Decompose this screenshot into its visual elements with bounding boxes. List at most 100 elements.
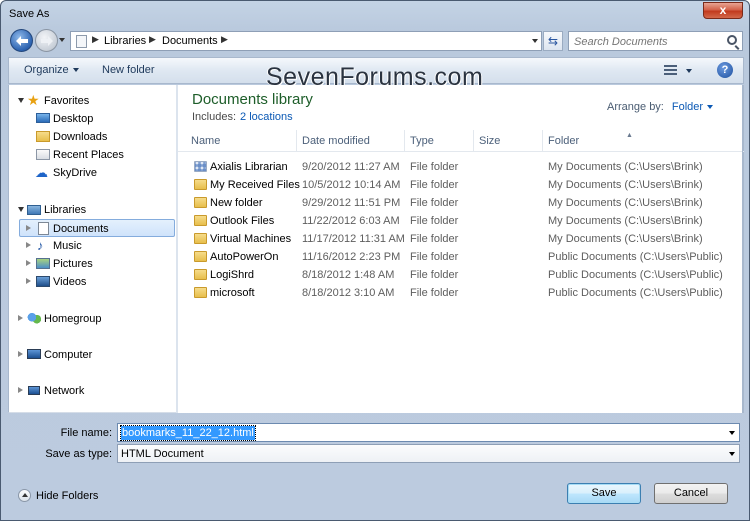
file-type: File folder	[410, 215, 459, 227]
libraries-icon	[27, 205, 41, 215]
chevron-down-icon[interactable]	[729, 431, 735, 435]
forward-button[interactable]	[35, 29, 58, 52]
search-box[interactable]	[568, 31, 743, 51]
chevron-right-icon[interactable]: ▶	[221, 34, 228, 45]
breadcrumb-libraries[interactable]: Libraries	[104, 35, 146, 47]
expand-arrow-icon[interactable]	[26, 260, 31, 266]
nav-music[interactable]: ♪ Music	[11, 237, 171, 255]
expand-arrow-icon[interactable]	[26, 278, 31, 284]
column-size[interactable]: Size	[474, 130, 543, 152]
arrange-by-dropdown[interactable]: Folder	[672, 101, 714, 113]
organize-label: Organize	[24, 64, 69, 76]
downloads-folder-icon	[36, 131, 50, 142]
file-row[interactable]: LogiShrd 8/18/2012 1:48 AM File folder Publ…	[183, 266, 728, 284]
nav-videos[interactable]: Videos	[11, 273, 171, 291]
filename-value[interactable]: bookmarks_11_22_12.html	[120, 425, 256, 441]
file-date: 11/17/2012 11:31 AM	[302, 233, 405, 245]
recent-pages-dropdown[interactable]	[59, 38, 65, 42]
filename-field[interactable]: bookmarks_11_22_12.html	[117, 423, 740, 442]
nav-pictures[interactable]: Pictures	[11, 255, 171, 273]
chevron-down-icon	[72, 68, 79, 73]
folder-icon	[194, 215, 207, 226]
organize-menu[interactable]: Organize	[24, 64, 79, 76]
expand-arrow-icon[interactable]	[18, 387, 23, 393]
file-date: 8/18/2012 3:10 AM	[302, 287, 395, 299]
expand-arrow-icon[interactable]	[18, 207, 24, 212]
expand-arrow-icon[interactable]	[26, 242, 31, 248]
back-button[interactable]	[10, 29, 33, 52]
hide-folders-label: Hide Folders	[36, 490, 99, 502]
cancel-button[interactable]: Cancel	[654, 483, 728, 504]
nav-favorites[interactable]: ★ Favorites	[11, 92, 171, 110]
file-row[interactable]: microsoft 8/18/2012 3:10 AM File folder Pub…	[183, 284, 728, 302]
nav-computer[interactable]: Computer	[11, 346, 171, 364]
file-row[interactable]: Axialis Librarian 9/20/2012 11:27 AM File …	[183, 158, 728, 176]
file-row[interactable]: AutoPowerOn 11/16/2012 2:23 PM File folder…	[183, 248, 728, 266]
file-row[interactable]: My Received Files 10/5/2012 10:14 AM File …	[183, 176, 728, 194]
column-name[interactable]: Name	[186, 130, 297, 152]
file-name: Virtual Machines	[210, 233, 292, 245]
column-date-modified[interactable]: Date modified	[297, 130, 405, 152]
locations-link[interactable]: 2 locations	[240, 111, 293, 123]
search-icon[interactable]	[727, 35, 737, 45]
file-row[interactable]: Virtual Machines 11/17/2012 11:31 AM File …	[183, 230, 728, 248]
videos-icon	[36, 276, 50, 287]
file-row[interactable]: Outlook Files 11/22/2012 6:03 AM File fold…	[183, 212, 728, 230]
address-bar[interactable]: ▶ Libraries ▶ Documents ▶	[70, 31, 542, 51]
file-name: LogiShrd	[210, 269, 255, 281]
file-type: File folder	[410, 197, 459, 209]
file-name: New folder	[210, 197, 263, 209]
chevron-right-icon[interactable]: ▶	[149, 34, 156, 45]
expand-arrow-icon[interactable]	[18, 315, 23, 321]
nav-downloads[interactable]: Downloads	[11, 128, 171, 146]
nav-recent-places[interactable]: Recent Places	[11, 146, 171, 164]
nav-label: Documents	[53, 223, 109, 235]
close-button[interactable]: x	[703, 2, 743, 19]
column-type[interactable]: Type	[405, 130, 474, 152]
includes-label: Includes:	[192, 111, 237, 123]
chevron-right-icon[interactable]: ▶	[92, 34, 99, 45]
file-name: microsoft	[210, 287, 255, 299]
search-input[interactable]	[574, 33, 724, 50]
file-list-pane: Documents library Includes: 2 locations A…	[178, 85, 744, 413]
expand-arrow-icon[interactable]	[18, 98, 24, 103]
star-icon: ★	[27, 92, 40, 108]
breadcrumb-documents[interactable]: Documents	[162, 35, 218, 47]
file-type: File folder	[410, 287, 459, 299]
nav-desktop[interactable]: Desktop	[11, 110, 171, 128]
expand-arrow-icon[interactable]	[26, 225, 31, 231]
help-icon[interactable]: ?	[717, 62, 733, 78]
file-name: Axialis Librarian	[210, 161, 288, 173]
arrange-by: Arrange by: Folder	[607, 101, 714, 113]
save-type-select[interactable]: HTML Document	[117, 444, 740, 463]
new-folder-button[interactable]: New folder	[102, 64, 155, 76]
nav-documents[interactable]: Documents	[19, 219, 175, 237]
network-icon	[28, 386, 40, 395]
nav-label: SkyDrive	[53, 167, 98, 179]
nav-homegroup[interactable]: Homegroup	[11, 310, 171, 328]
documents-icon	[38, 222, 49, 235]
refresh-button[interactable]: ⇆	[543, 31, 563, 51]
file-date: 9/29/2012 11:51 PM	[302, 197, 401, 209]
nav-libraries[interactable]: Libraries	[11, 201, 171, 219]
address-dropdown-icon[interactable]	[532, 39, 538, 43]
file-type: File folder	[410, 251, 459, 263]
column-folder[interactable]: Folder	[543, 130, 733, 152]
folder-icon	[194, 179, 207, 190]
homegroup-icon	[27, 312, 41, 325]
view-options-dropdown[interactable]	[686, 69, 692, 73]
save-button[interactable]: Save	[567, 483, 641, 504]
file-row[interactable]: New folder 9/29/2012 11:51 PM File folder M…	[183, 194, 728, 212]
change-view-icon[interactable]	[664, 65, 677, 76]
file-folder-path: My Documents (C:\Users\Brink)	[548, 197, 703, 209]
computer-icon	[27, 349, 41, 359]
chevron-down-icon[interactable]	[729, 452, 735, 456]
nav-skydrive[interactable]: ☁ SkyDrive	[11, 164, 171, 182]
file-folder-path: My Documents (C:\Users\Brink)	[548, 161, 703, 173]
file-date: 11/22/2012 6:03 AM	[302, 215, 400, 227]
save-type-value: HTML Document	[121, 448, 204, 460]
file-type: File folder	[410, 233, 459, 245]
music-icon: ♪	[37, 238, 44, 253]
expand-arrow-icon[interactable]	[18, 351, 23, 357]
nav-network[interactable]: Network	[11, 382, 171, 400]
